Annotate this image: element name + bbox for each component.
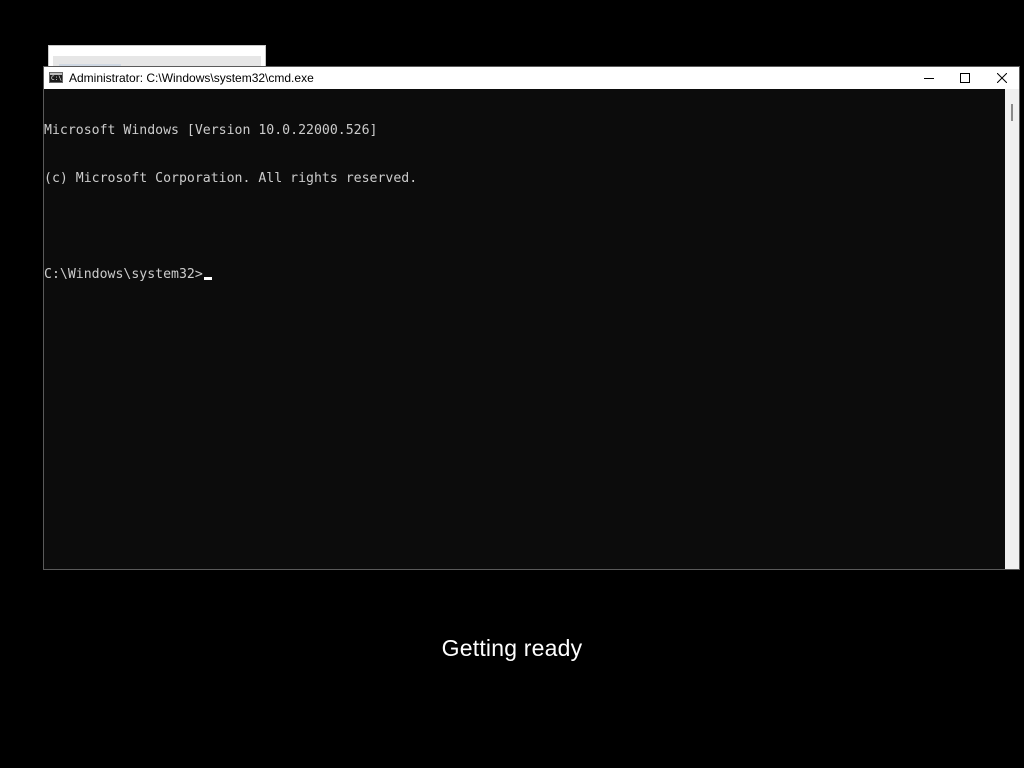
desktop-screen: C:\ Administrator: C:\Windows\system32\c… <box>0 0 1024 768</box>
cmd-icon[interactable]: C:\ <box>49 72 63 83</box>
command-prompt-window[interactable]: C:\ Administrator: C:\Windows\system32\c… <box>43 66 1020 570</box>
text-cursor <box>203 277 212 280</box>
console-line: Microsoft Windows [Version 10.0.22000.52… <box>44 123 378 138</box>
minimize-icon <box>924 78 934 79</box>
command-prompt: C:\Windows\system32> <box>44 267 203 282</box>
console-line: (c) Microsoft Corporation. All rights re… <box>44 171 418 186</box>
maximize-button[interactable] <box>946 67 984 89</box>
title-bar[interactable]: C:\ Administrator: C:\Windows\system32\c… <box>44 67 1019 89</box>
minimize-button[interactable] <box>910 67 948 89</box>
close-button[interactable] <box>983 67 1021 89</box>
console-text: Microsoft Windows [Version 10.0.22000.52… <box>44 91 417 315</box>
window-title: Administrator: C:\Windows\system32\cmd.e… <box>69 71 314 85</box>
vertical-scrollbar[interactable] <box>1005 89 1019 569</box>
close-icon <box>997 73 1007 83</box>
cmd-icon-glyph: C:\ <box>51 75 62 82</box>
scrollbar-thumb[interactable] <box>1011 104 1013 121</box>
console-output[interactable]: Microsoft Windows [Version 10.0.22000.52… <box>44 89 1005 569</box>
maximize-icon <box>960 73 970 83</box>
prompt-line[interactable]: C:\Windows\system32> <box>44 267 417 283</box>
status-message: Getting ready <box>441 635 583 661</box>
